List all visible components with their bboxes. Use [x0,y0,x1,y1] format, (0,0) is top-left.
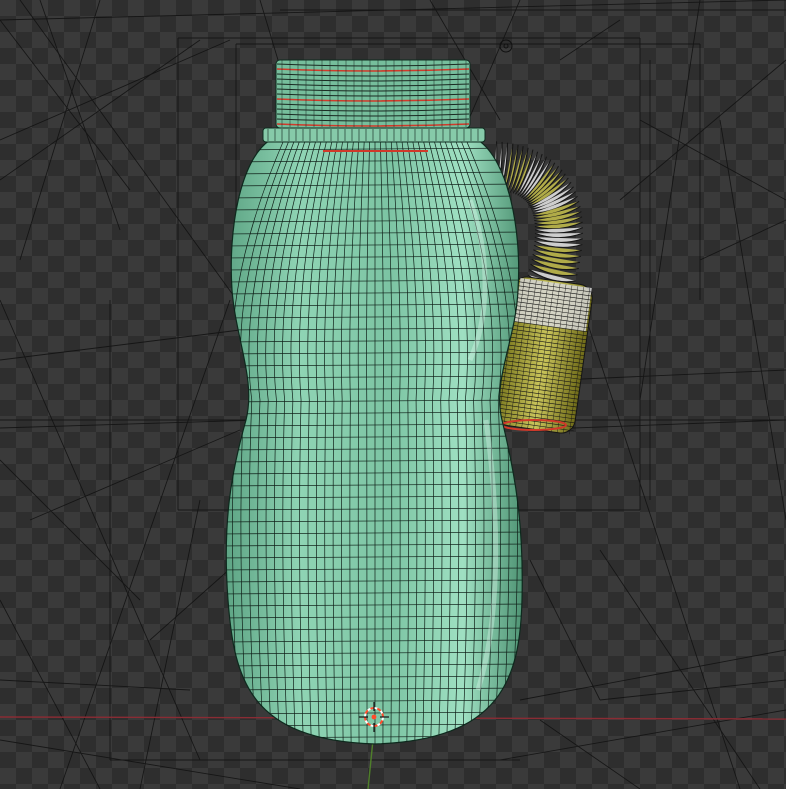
bottle[interactable] [220,59,530,745]
3d-viewport[interactable] [0,0,786,789]
